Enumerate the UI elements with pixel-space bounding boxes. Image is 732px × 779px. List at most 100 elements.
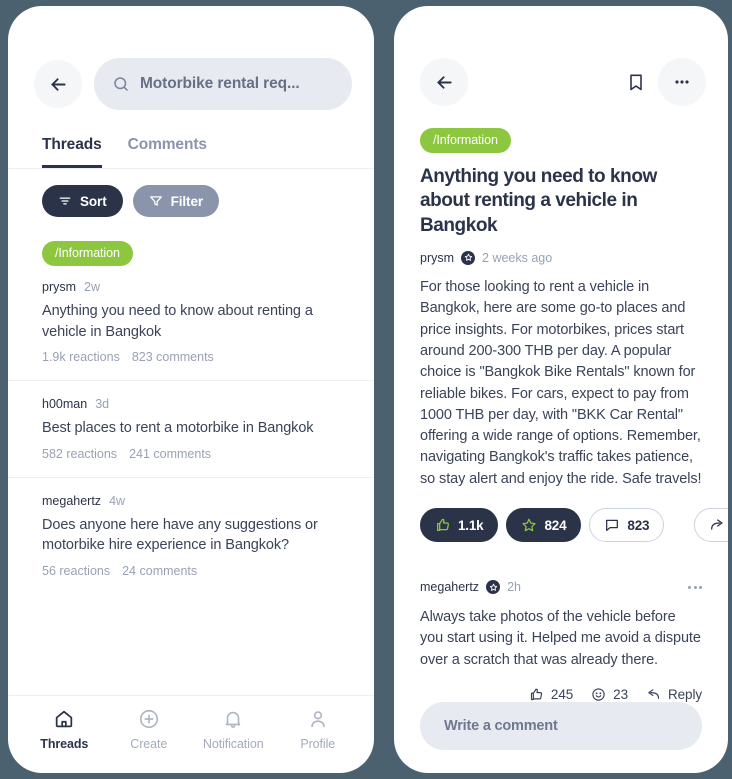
thread-time: 3d (95, 397, 110, 412)
share-icon (709, 517, 725, 533)
thread-comments: 823 comments (131, 350, 214, 365)
arrow-left-icon (48, 74, 69, 95)
comment-item: megahertz 2h Always take photos of the v… (394, 562, 728, 702)
comment-count: 823 (627, 517, 650, 533)
left-top-bar: Motorbike rental req... (8, 6, 374, 110)
search-input[interactable]: Motorbike rental req... (94, 58, 352, 110)
thread-list: /Information prysm 2w Anything you need … (8, 217, 374, 695)
more-horizontal-icon (672, 72, 692, 92)
nav-label-threads: Threads (40, 737, 89, 751)
comment-time: 2h (507, 580, 521, 595)
share-button[interactable]: Share (694, 508, 728, 543)
thread-time: 4w (109, 493, 126, 508)
comment-reaction-button[interactable]: 23 (591, 687, 628, 702)
filter-label: Filter (170, 193, 204, 209)
thread-stats: 582 reactions 241 comments (42, 447, 348, 461)
comment-like-count: 245 (550, 687, 574, 702)
thread-list-item[interactable]: megahertz 4w Does anyone here have any s… (8, 478, 374, 594)
nav-label-notification: Notification (202, 737, 264, 751)
write-comment-placeholder: Write a comment (444, 718, 558, 734)
comment-body: Always take photos of the vehicle before… (420, 609, 701, 668)
thread-reactions: 56 reactions (42, 563, 111, 578)
sort-button[interactable]: Sort (42, 185, 123, 217)
thread-title: Does anyone here have any suggestions or… (42, 516, 318, 554)
thread-reactions: 1.9k reactions (42, 350, 120, 365)
thread-title: Anything you need to know about renting … (42, 303, 313, 340)
thread-author: megahertz (42, 493, 102, 508)
threads-list-phone-panel: Motorbike rental req... Threads Comments… (8, 6, 374, 773)
thread-meta: prysm 2w (42, 280, 348, 294)
nav-item-create[interactable]: Create (107, 708, 192, 751)
smiley-icon (591, 687, 606, 702)
nav-label-create: Create (130, 737, 168, 751)
nav-item-profile[interactable]: Profile (276, 708, 361, 751)
nav-item-notification[interactable]: Notification (191, 708, 276, 751)
app-stage: Motorbike rental req... Threads Comments… (0, 0, 732, 779)
bookmark-button[interactable] (614, 58, 658, 106)
comment-reply-button[interactable]: Reply (646, 687, 702, 702)
tab-threads[interactable]: Threads (42, 136, 102, 168)
comment-icon (604, 517, 620, 533)
thread-stats: 1.9k reactions 823 comments (42, 350, 348, 364)
nav-item-threads[interactable]: Threads (22, 708, 107, 751)
nav-label-profile: Profile (300, 737, 336, 751)
sort-icon (58, 194, 72, 208)
thread-list-item[interactable]: h00man 3d Best places to rent a motorbik… (8, 381, 374, 478)
post-time: 2 weeks ago (482, 250, 553, 265)
comment-actions: 245 23 Reply (420, 687, 702, 702)
post-author: prysm (420, 250, 455, 265)
thread-detail-phone-panel: /Information Anything you need to know a… (394, 6, 728, 773)
home-icon (53, 708, 75, 730)
filter-button[interactable]: Filter (132, 185, 220, 217)
thumbs-up-icon (529, 687, 544, 702)
right-top-bar (394, 6, 728, 106)
bell-icon (222, 708, 244, 730)
post-body: For those looking to rent a vehicle in B… (420, 278, 702, 487)
star-icon (521, 517, 537, 533)
like-button[interactable]: 1.1k (420, 508, 499, 543)
tab-comments[interactable]: Comments (128, 136, 207, 168)
sort-label: Sort (80, 193, 107, 209)
tab-bar: Threads Comments (8, 110, 374, 168)
comment-reply-label: Reply (667, 687, 702, 702)
thumbs-up-icon (435, 517, 451, 533)
like-count: 1.1k (458, 517, 484, 533)
plus-circle-icon (138, 708, 160, 730)
search-query-value: Motorbike rental req... (140, 75, 300, 92)
thread-author: prysm (42, 280, 77, 294)
category-badge[interactable]: /Information (420, 128, 511, 153)
thread-title: Best places to rent a motorbike in Bangk… (42, 420, 314, 437)
comment-more-icon[interactable] (688, 585, 702, 589)
thread-stats: 56 reactions 24 comments (42, 564, 348, 578)
post-actions: 1.1k 824 823 Share (394, 490, 728, 543)
bottom-navigation: Threads Create Notification Profile (8, 695, 374, 773)
composer-area: Write a comment (394, 702, 728, 773)
post-detail: /Information Anything you need to know a… (394, 106, 728, 490)
back-button[interactable] (34, 60, 82, 108)
reply-icon (646, 687, 661, 702)
category-badge[interactable]: /Information (42, 241, 133, 266)
thread-reactions: 582 reactions (42, 446, 118, 461)
bookmark-icon (626, 72, 646, 92)
filter-bar: Sort Filter (8, 169, 374, 217)
filter-icon (149, 194, 163, 208)
verified-badge-icon (461, 250, 476, 265)
write-comment-input[interactable]: Write a comment (420, 702, 702, 750)
back-button[interactable] (420, 58, 468, 106)
comment-button[interactable]: 823 (589, 508, 665, 543)
more-options-button[interactable] (658, 58, 706, 106)
person-icon (307, 708, 329, 730)
verified-badge-icon (486, 580, 501, 595)
comment-reaction-count: 23 (613, 687, 628, 702)
thread-author: h00man (42, 397, 88, 412)
comment-meta: megahertz 2h (420, 580, 702, 595)
thread-list-item[interactable]: /Information prysm 2w Anything you need … (8, 231, 374, 382)
comment-like-button[interactable]: 245 (529, 687, 573, 702)
search-icon (112, 75, 130, 93)
arrow-left-icon (434, 72, 455, 93)
star-button[interactable]: 824 (506, 508, 582, 543)
thread-meta: h00man 3d (42, 397, 348, 411)
thread-comments: 24 comments (122, 563, 198, 578)
post-title: Anything you need to know about renting … (420, 166, 657, 236)
thread-meta: megahertz 4w (42, 494, 348, 508)
